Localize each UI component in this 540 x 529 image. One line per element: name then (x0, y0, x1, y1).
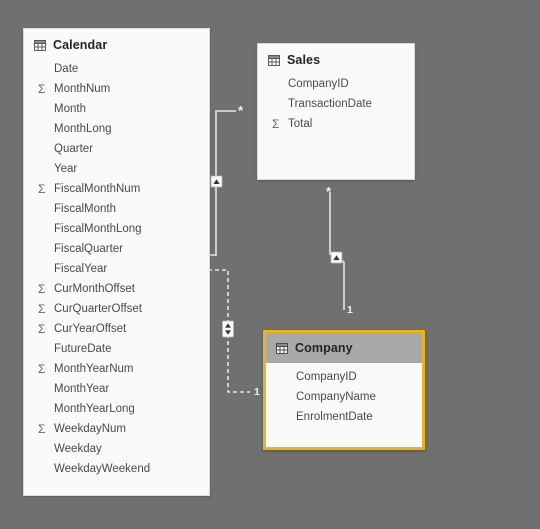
field-label: MonthYear (54, 383, 110, 395)
field-label: WeekdayWeekend (54, 463, 151, 475)
field-row[interactable]: Σ CurMonthOffset (24, 279, 209, 299)
field-label: FiscalYear (54, 263, 108, 275)
field-row[interactable]: ΣTransactionDate (258, 94, 414, 114)
field-row[interactable]: ΣWeekday (24, 439, 209, 459)
table-card-calendar[interactable]: Calendar ΣDateΣMonthNumΣMonthΣMonthLongΣ… (23, 28, 210, 496)
table-header-sales[interactable]: Sales (258, 44, 414, 70)
field-label: Month (54, 103, 86, 115)
table-name-company: Company (295, 341, 353, 355)
field-row[interactable]: ΣFiscalMonthLong (24, 219, 209, 239)
cardinality-one-calendar-company-target: 1 (254, 386, 260, 398)
field-row[interactable]: ΣFiscalQuarter (24, 239, 209, 259)
field-label: MonthYearLong (54, 403, 135, 415)
table-card-sales[interactable]: Sales ΣCompanyIDΣTransactionDate Σ Total (257, 43, 415, 180)
field-row[interactable]: ΣMonth (24, 99, 209, 119)
field-label: CurQuarterOffset (54, 303, 142, 315)
field-row[interactable]: Σ CurQuarterOffset (24, 299, 209, 319)
sigma-icon: Σ (38, 82, 46, 96)
field-row[interactable]: Σ FiscalMonthNum (24, 179, 209, 199)
field-label: CompanyName (296, 391, 376, 403)
table-header-calendar[interactable]: Calendar (24, 29, 209, 55)
field-label: FiscalQuarter (54, 243, 124, 255)
table-icon (276, 342, 288, 354)
field-row[interactable]: ΣFiscalMonth (24, 199, 209, 219)
field-list-sales: ΣCompanyIDΣTransactionDate Σ Total (258, 70, 414, 134)
model-diagram-canvas[interactable]: * 1 * 1 1 1 Calendar ΣDateΣMonthNumΣMont… (0, 0, 540, 529)
field-label: MonthYearNum (54, 363, 134, 375)
cardinality-many-sales-company: * (326, 184, 332, 199)
field-row[interactable]: ΣCompanyID (258, 74, 414, 94)
cardinality-one-sales-company: 1 (347, 304, 353, 316)
field-label: CurMonthOffset (54, 283, 135, 295)
field-row[interactable]: ΣFiscalYear (24, 259, 209, 279)
table-card-company[interactable]: Company ΣCompanyIDΣCompanyNameΣEnrolment… (263, 330, 425, 450)
field-row[interactable]: ΣMonthLong (24, 119, 209, 139)
field-label: CurYearOffset (54, 323, 127, 335)
table-icon (268, 54, 280, 66)
field-row[interactable]: ΣEnrolmentDate (266, 407, 422, 427)
field-label: MonthLong (54, 123, 112, 135)
field-row[interactable]: ΣCompanyID (266, 367, 422, 387)
cardinality-many-calendar-sales: * (238, 103, 244, 118)
field-label: FiscalMonth (54, 203, 116, 215)
field-label: Date (54, 63, 79, 75)
table-header-company[interactable]: Company (266, 333, 422, 363)
field-label: TransactionDate (288, 98, 372, 110)
sigma-icon: Σ (38, 302, 46, 316)
field-label: WeekdayNum (54, 423, 127, 435)
field-row[interactable]: ΣQuarter (24, 139, 209, 159)
field-label: FiscalMonthNum (54, 183, 141, 195)
field-label: Year (54, 163, 78, 175)
table-name-sales: Sales (287, 53, 321, 67)
field-row[interactable]: ΣMonthYear (24, 379, 209, 399)
field-label: MonthNum (54, 83, 111, 95)
field-label: CompanyID (296, 371, 357, 383)
field-label: Total (288, 118, 313, 130)
field-row[interactable]: ΣFutureDate (24, 339, 209, 359)
field-label: Weekday (54, 443, 102, 455)
sigma-icon: Σ (272, 117, 280, 131)
field-list-calendar: ΣDateΣMonthNumΣMonthΣMonthLongΣQuarterΣY… (24, 55, 209, 479)
field-label: CompanyID (288, 78, 349, 90)
field-label: EnrolmentDate (296, 411, 373, 423)
sigma-icon: Σ (38, 362, 46, 376)
field-row[interactable]: Σ Total (258, 114, 414, 134)
field-row[interactable]: ΣCompanyName (266, 387, 422, 407)
field-row[interactable]: ΣYear (24, 159, 209, 179)
table-name-calendar: Calendar (53, 38, 108, 52)
field-label: FutureDate (54, 343, 112, 355)
table-icon (34, 39, 46, 51)
field-row[interactable]: ΣWeekdayWeekend (24, 459, 209, 479)
sigma-icon: Σ (38, 282, 46, 296)
field-row[interactable]: Σ MonthYearNum (24, 359, 209, 379)
field-list-company: ΣCompanyIDΣCompanyNameΣEnrolmentDate (266, 363, 422, 427)
field-row[interactable]: Σ WeekdayNum (24, 419, 209, 439)
sigma-icon: Σ (38, 182, 46, 196)
field-row[interactable]: Σ CurYearOffset (24, 319, 209, 339)
sigma-icon: Σ (38, 422, 46, 436)
field-row[interactable]: ΣMonthYearLong (24, 399, 209, 419)
field-label: FiscalMonthLong (54, 223, 142, 235)
sigma-icon: Σ (38, 322, 46, 336)
field-row[interactable]: Σ MonthNum (24, 79, 209, 99)
field-row[interactable]: ΣDate (24, 59, 209, 79)
field-label: Quarter (54, 143, 93, 155)
